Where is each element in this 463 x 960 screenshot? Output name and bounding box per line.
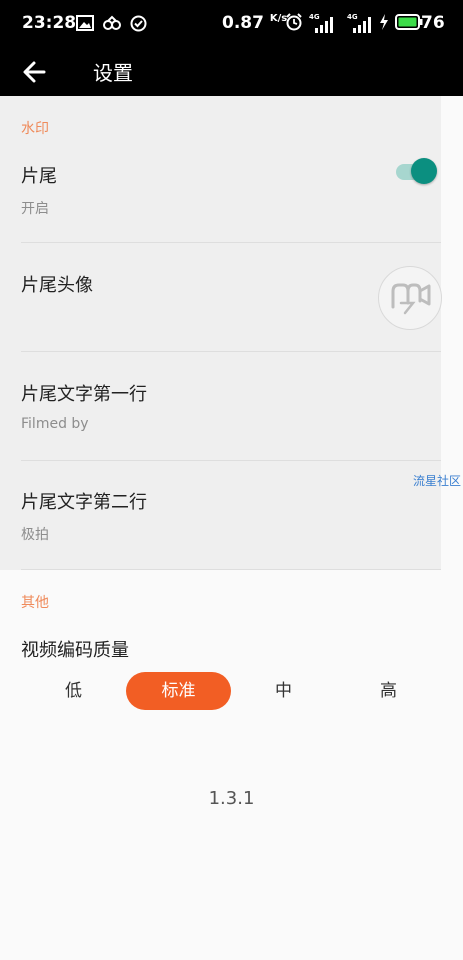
signal-icon: 4G xyxy=(347,13,373,35)
battery-icon xyxy=(395,14,423,35)
section-header-other: 其他 xyxy=(21,595,49,611)
divider xyxy=(21,351,441,352)
status-time: 23:28 xyxy=(22,13,77,33)
quality-option-medium[interactable]: 中 xyxy=(231,672,336,710)
link-icon xyxy=(102,15,122,37)
app-bar: 设置 xyxy=(0,48,463,96)
alarm-icon xyxy=(285,13,303,36)
app-version: 1.3.1 xyxy=(208,788,255,809)
back-button[interactable] xyxy=(20,56,52,88)
charging-icon xyxy=(379,14,389,35)
quality-option-standard[interactable]: 标准 xyxy=(126,672,231,710)
ending-toggle[interactable] xyxy=(396,158,440,184)
setting-item-subtitle: 开启 xyxy=(21,201,49,217)
toggle-thumb xyxy=(411,158,437,184)
avatar[interactable] xyxy=(378,266,442,330)
arrow-left-icon xyxy=(23,61,46,83)
setting-item-title: 片尾 xyxy=(21,166,57,187)
setting-item-title: 片尾文字第一行 xyxy=(21,384,147,405)
video-quality-title: 视频编码质量 xyxy=(21,640,129,661)
video-quality-selector: 低 标准 中 高 xyxy=(21,672,441,712)
divider xyxy=(21,242,441,243)
setting-item-subtitle: 极拍 xyxy=(21,527,49,543)
status-right-icons: 4G 4G xyxy=(285,13,423,36)
status-left-icons xyxy=(76,15,147,37)
quality-option-low[interactable]: 低 xyxy=(21,672,126,710)
section-header-watermark: 水印 xyxy=(21,121,49,137)
divider xyxy=(21,460,441,461)
battery-level: 76 xyxy=(421,13,445,33)
floating-watermark-tag: 流星社区 xyxy=(413,474,462,488)
status-bar: 23:28 0.87 K/s 4G 4G 76 xyxy=(0,0,463,48)
setting-item-title: 片尾文字第二行 xyxy=(21,492,147,513)
check-circle-icon xyxy=(130,15,147,37)
signal-icon: 4G xyxy=(309,13,335,35)
setting-item-subtitle: Filmed by xyxy=(21,416,89,432)
net-speed: 0.87 K/s xyxy=(222,13,287,33)
image-icon xyxy=(76,15,94,37)
net-speed-value: 0.87 xyxy=(222,13,264,33)
page-title: 设置 xyxy=(93,61,133,85)
camera-logo-icon xyxy=(391,283,431,315)
setting-item-title: 片尾头像 xyxy=(21,275,93,296)
quality-option-high[interactable]: 高 xyxy=(336,672,441,710)
divider xyxy=(21,569,441,570)
settings-content: 水印 片尾 开启 片尾头像 片尾文字第一行 Filmed by 片尾文字第二行 … xyxy=(0,96,463,960)
